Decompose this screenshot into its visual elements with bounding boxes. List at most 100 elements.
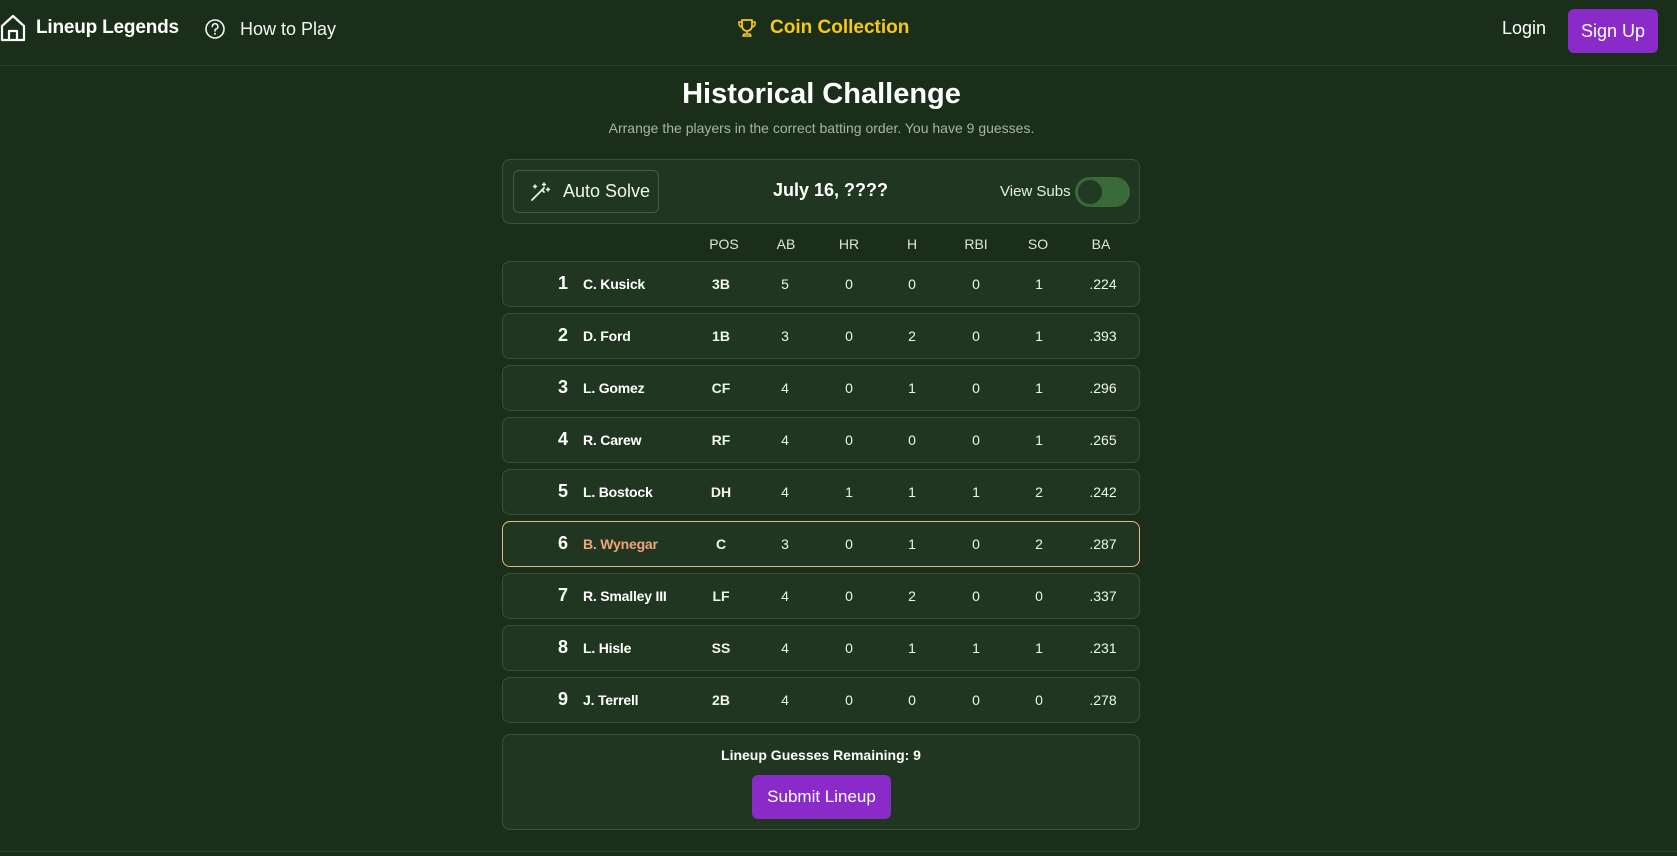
player-hr: 0: [845, 380, 853, 396]
player-so: 1: [1035, 328, 1043, 344]
player-h: 1: [908, 484, 916, 500]
auto-solve-label: Auto Solve: [563, 181, 651, 201]
player-rbi: 1: [972, 484, 980, 500]
player-name: R. Smalley III: [583, 588, 667, 604]
guesses-remaining: Lineup Guesses Remaining: 9: [721, 747, 921, 763]
player-ba: .242: [1089, 484, 1117, 500]
batting-order: 9: [557, 689, 568, 709]
player-ba: .337: [1089, 588, 1117, 604]
trophy-icon: [738, 19, 756, 37]
column-header-hr: HR: [838, 236, 860, 252]
player-ba: .278: [1089, 692, 1117, 708]
player-pos: DH: [710, 484, 732, 500]
player-so: 0: [1035, 692, 1043, 708]
player-pos: SS: [711, 640, 731, 656]
player-ab: 4: [781, 432, 789, 448]
batting-order: 5: [557, 481, 568, 501]
lineup-row[interactable]: 3 L. Gomez CF 4 0 1 0 1 .296: [502, 365, 1140, 411]
player-ab: 5: [781, 276, 789, 292]
column-header-pos: POS: [709, 236, 739, 252]
player-hr: 0: [845, 328, 853, 344]
batting-order: 1: [557, 273, 568, 293]
player-hr: 0: [845, 692, 853, 708]
player-ba: .224: [1089, 276, 1117, 292]
how-to-play-label: How to Play: [240, 18, 337, 39]
player-pos: CF: [711, 380, 731, 396]
player-ba: .287: [1089, 536, 1117, 552]
player-ab: 4: [781, 380, 789, 396]
batting-order: 3: [557, 377, 568, 397]
player-so: 0: [1035, 588, 1043, 604]
player-rbi: 1: [972, 640, 980, 656]
player-so: 1: [1035, 640, 1043, 656]
player-ab: 4: [781, 588, 789, 604]
player-pos: LF: [712, 588, 730, 604]
submit-lineup-button[interactable]: Submit Lineup: [752, 775, 891, 819]
player-ab: 3: [781, 328, 789, 344]
player-h: 0: [908, 276, 916, 292]
player-pos: C: [715, 536, 727, 552]
login-link[interactable]: Login: [1502, 18, 1546, 39]
batting-order: 8: [557, 637, 568, 657]
stat-column-headers: POS AB HR H RBI SO BA: [502, 236, 1140, 256]
lineup-row[interactable]: 4 R. Carew RF 4 0 0 0 1 .265: [502, 417, 1140, 463]
player-pos: RF: [711, 432, 731, 448]
lineup-row[interactable]: 2 D. Ford 1B 3 0 2 0 1 .393: [502, 313, 1140, 359]
player-h: 0: [908, 432, 916, 448]
column-header-so: SO: [1027, 236, 1049, 252]
lineup-row-selected[interactable]: 6 B. Wynegar C 3 0 1 0 2 .287: [502, 521, 1140, 567]
batting-order: 2: [557, 325, 568, 345]
column-header-ba: BA: [1091, 236, 1111, 252]
player-h: 2: [908, 328, 916, 344]
player-rbi: 0: [972, 692, 980, 708]
player-pos: 1B: [712, 328, 730, 344]
lineup-row[interactable]: 9 J. Terrell 2B 4 0 0 0 0 .278: [502, 677, 1140, 723]
column-header-ab: AB: [776, 236, 796, 252]
lineup-row[interactable]: 8 L. Hisle SS 4 0 1 1 1 .231: [502, 625, 1140, 671]
player-name: D. Ford: [583, 328, 631, 344]
view-subs-label: View Subs: [1000, 183, 1071, 200]
lineup-row[interactable]: 5 L. Bostock DH 4 1 1 1 2 .242: [502, 469, 1140, 515]
page-title: Historical Challenge: [682, 78, 961, 110]
toggle-knob: [1078, 180, 1102, 204]
player-name: L. Hisle: [583, 640, 632, 656]
player-so: 1: [1035, 432, 1043, 448]
player-ba: .296: [1089, 380, 1117, 396]
page-divider: [0, 851, 1677, 852]
auto-solve-button[interactable]: Auto Solve: [513, 170, 659, 213]
brand-name: Lineup Legends: [36, 17, 179, 38]
player-hr: 0: [845, 640, 853, 656]
player-name: C. Kusick: [583, 276, 645, 292]
player-h: 0: [908, 692, 916, 708]
player-name: L. Bostock: [583, 484, 653, 500]
player-hr: 0: [845, 536, 853, 552]
column-header-rbi: RBI: [964, 236, 988, 252]
brand-link[interactable]: Lineup Legends: [0, 14, 179, 42]
submit-panel: Lineup Guesses Remaining: 9 Submit Lineu…: [502, 734, 1140, 830]
home-icon: [0, 14, 26, 42]
player-hr: 0: [845, 588, 853, 604]
lineup-row[interactable]: 7 R. Smalley III LF 4 0 2 0 0 .337: [502, 573, 1140, 619]
player-pos: 2B: [712, 692, 730, 708]
how-to-play-link[interactable]: How to Play: [204, 18, 336, 40]
page-subtitle: Arrange the players in the correct batti…: [608, 120, 1035, 136]
player-hr: 0: [845, 276, 853, 292]
batting-order: 6: [557, 533, 568, 553]
lineup-row[interactable]: 1 C. Kusick 3B 5 0 0 0 1 .224: [502, 261, 1140, 307]
player-name: B. Wynegar: [583, 536, 658, 552]
coin-collection-link[interactable]: Coin Collection: [736, 17, 909, 39]
player-ab: 4: [781, 484, 789, 500]
challenge-controls: Auto Solve July 16, ???? View Subs: [502, 159, 1140, 224]
player-rbi: 0: [972, 588, 980, 604]
player-so: 1: [1035, 380, 1043, 396]
player-h: 1: [908, 536, 916, 552]
player-ba: .231: [1089, 640, 1117, 656]
game-date: July 16, ????: [773, 180, 889, 200]
player-rbi: 0: [972, 432, 980, 448]
player-rbi: 0: [972, 276, 980, 292]
view-subs-toggle[interactable]: [1075, 177, 1130, 207]
player-rbi: 0: [972, 536, 980, 552]
player-h: 2: [908, 588, 916, 604]
player-so: 2: [1035, 484, 1043, 500]
sign-up-button[interactable]: Sign Up: [1568, 9, 1658, 53]
